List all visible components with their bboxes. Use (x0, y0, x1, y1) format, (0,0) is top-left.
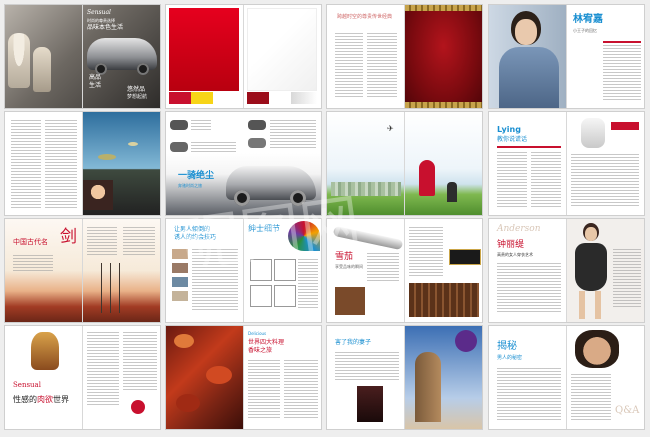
spread-16-qa[interactable]: 揭秘 男人的秘密 Q&A (489, 326, 644, 429)
spread-15-tower[interactable]: 害了我的妻子 (327, 326, 482, 429)
red-bust-image (419, 160, 435, 196)
airplane-icon: ✈ (387, 124, 394, 133)
headline-part: 世界 (53, 395, 69, 404)
headline: 害了我的妻子 (335, 339, 372, 346)
cigar-photo (335, 287, 365, 315)
color-swatch (269, 92, 291, 104)
subheading: 高贵的女人穿衣艺术 (497, 252, 533, 257)
cover-line: 生活 (89, 82, 102, 89)
headline-big-char: 剑 (60, 227, 77, 247)
magazine-title: Sensual (87, 9, 111, 16)
color-swatch (169, 92, 191, 104)
headline: 雪茄 (335, 252, 354, 262)
script-name: Anderson (497, 224, 541, 234)
apple-icon (131, 400, 145, 414)
subheading: 小王子的回忆 (573, 28, 597, 33)
cigars-image (409, 283, 479, 317)
robot-image (581, 118, 605, 148)
ties-fan-image (288, 221, 320, 251)
red-curtain-image (405, 5, 482, 108)
headline: 教你说谎话 (497, 136, 528, 143)
shirt-icon (250, 259, 272, 281)
cigar-box-image (449, 249, 481, 265)
shirt-icon (274, 259, 296, 281)
headline: 性感的肉欲世界 (13, 396, 69, 404)
portrait-photo (489, 5, 566, 108)
skyline-image (331, 182, 401, 196)
cover-line: 梦想起航 (127, 94, 148, 100)
celebrity-name: 钟丽缇 (497, 240, 525, 250)
celebrity-name: 林宥嘉 (573, 14, 603, 25)
spread-10-gentleman[interactable]: 让男人傾倒的 诱人的约会技巧 绅士细节 (166, 219, 321, 322)
spread-5-scifi[interactable] (5, 112, 160, 215)
cover-tag: 品味本色生活 (87, 24, 124, 31)
headline: 世界四大料理 (248, 339, 285, 346)
dancer-photo (357, 386, 383, 422)
headline: 绅士细节 (248, 224, 280, 233)
headline: 中国古代名 (13, 238, 48, 246)
spread-8-robot[interactable]: Lying 教你说谎话 (489, 112, 644, 215)
spread-12-fashion[interactable]: Anderson 钟丽缇 高贵的女人穿衣艺术 (489, 219, 644, 322)
car-thumbnail (170, 120, 188, 130)
spread-3-classic[interactable]: 跨越时空的尊贵传世经典 (327, 5, 482, 108)
car-thumbnail (248, 120, 266, 130)
scifi-city-image (83, 112, 160, 215)
headline: 香味之旅 (248, 347, 273, 354)
photo-thumbnail (172, 277, 188, 287)
cover-tag: 时尚的尊贵选择 (87, 18, 115, 23)
spread-7-sky[interactable]: ✈ (327, 112, 482, 215)
swords-image (97, 263, 127, 313)
photo-thumbnail (172, 249, 188, 259)
headline-part: 性感的 (13, 395, 37, 404)
photo-thumbnail (172, 291, 188, 301)
chess-piece-image (8, 33, 30, 88)
tower-photo (405, 326, 482, 429)
cover-line: 悠然品 (127, 86, 146, 93)
model-photo (567, 219, 644, 322)
color-swatch (291, 92, 317, 104)
spread-6-car[interactable]: 一骑绝尘 奔驰时尚之旅 (166, 112, 321, 215)
cover-line: 高品 (89, 74, 102, 81)
subheading: 奔驰时尚之旅 (178, 183, 202, 188)
man-portrait (575, 330, 619, 368)
color-swatch (247, 92, 269, 104)
chess-piece-image (33, 47, 51, 92)
color-swatch (191, 92, 213, 104)
headline: 让男人傾倒的 (174, 226, 211, 233)
statue-photo (31, 332, 59, 370)
eng-word: Delicious (248, 331, 267, 336)
spread-9-sword[interactable]: 中国古代名 剑 (5, 219, 160, 322)
car-thumbnail (170, 142, 188, 152)
red-block (169, 8, 239, 91)
spread-11-cigar[interactable]: 雪茄 享受品味的瞬间 (327, 219, 482, 322)
cigar-tube-image (332, 225, 404, 251)
shirt-icon (250, 285, 272, 307)
brand-word: Lying (497, 125, 521, 134)
headline: 揭秘 (497, 341, 517, 352)
gradient-block (247, 8, 317, 91)
spread-4-portrait[interactable]: 林宥嘉 小王子的回忆 (489, 5, 644, 108)
subheading: 享受品味的瞬间 (335, 264, 363, 269)
spread-1-cover[interactable]: Sensual 时尚的尊贵选择 品味本色生活 高品 生活 悠然品 梦想起航 (5, 5, 160, 108)
spread-2-colors[interactable] (166, 5, 321, 108)
headline: 一骑绝尘 (178, 171, 215, 181)
food-photo (166, 326, 243, 429)
car-thumbnail (248, 138, 266, 148)
headline-part: 肉欲 (37, 395, 53, 404)
color-swatch (213, 92, 239, 104)
qa-mark: Q&A (615, 405, 640, 416)
headline: 诱人的约会技巧 (174, 234, 217, 241)
spread-14-food[interactable]: Delicious 世界四大料理 香味之旅 (166, 326, 321, 429)
spread-13-sensual[interactable]: Sensual 性感的肉欲世界 (5, 326, 160, 429)
shirt-icon (274, 285, 296, 307)
headline: 跨越时空的尊贵传世经典 (337, 14, 393, 20)
photo-thumbnail (172, 263, 188, 273)
subheading: 男人的秘密 (497, 355, 523, 361)
brand-word: Sensual (13, 381, 41, 389)
